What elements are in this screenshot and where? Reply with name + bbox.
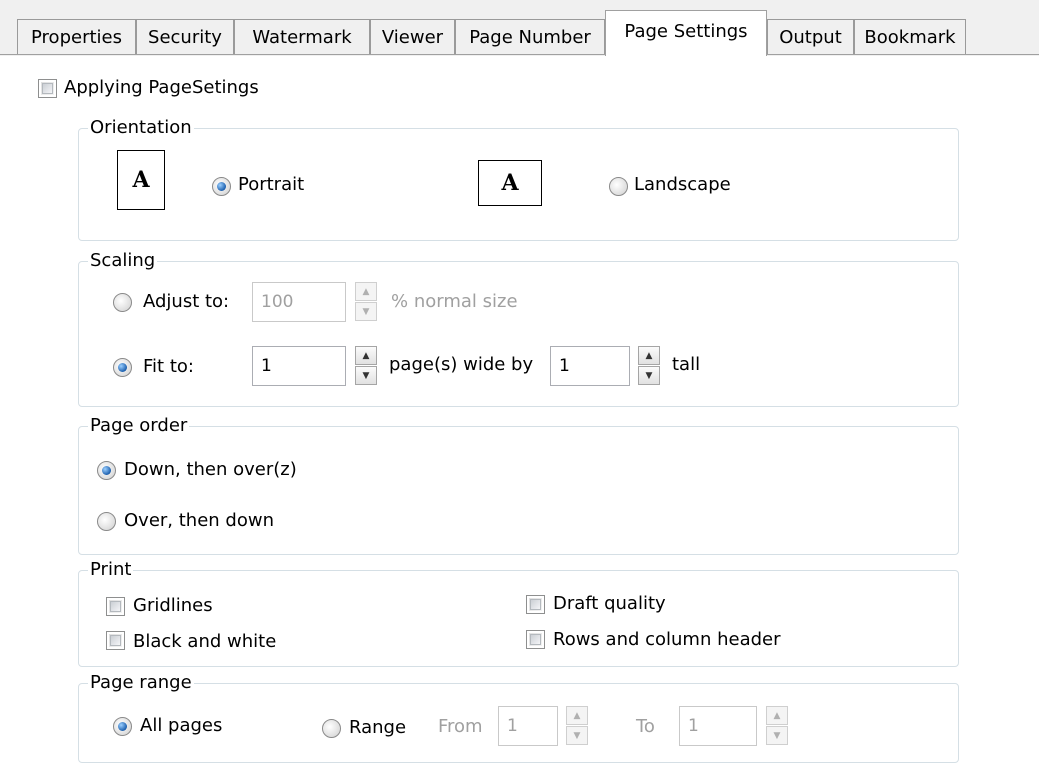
rows-column-header-checkbox[interactable] <box>526 630 545 649</box>
adjust-to-label: Adjust to: <box>143 291 230 312</box>
over-then-down-label: Over, then down <box>124 510 274 531</box>
draft-quality-checkbox[interactable] <box>526 595 545 614</box>
tab-label: Watermark <box>252 26 352 48</box>
down-then-over-label: Down, then over(z) <box>124 459 297 480</box>
from-spinner[interactable]: ▲ ▼ <box>566 706 588 746</box>
fit-to-label: Fit to: <box>143 356 194 377</box>
to-spinner[interactable]: ▲ ▼ <box>766 706 788 746</box>
spin-down-icon[interactable]: ▼ <box>355 366 377 385</box>
tab-label: Security <box>148 26 222 48</box>
landscape-page-icon: A <box>478 160 542 206</box>
spin-down-icon[interactable]: ▼ <box>566 726 588 745</box>
orientation-group-title: Orientation <box>88 117 194 138</box>
rows-column-header-label: Rows and column header <box>553 629 781 650</box>
scaling-group <box>78 261 959 407</box>
landscape-radio[interactable] <box>609 177 628 196</box>
tab-viewer[interactable]: Viewer <box>370 19 455 54</box>
tab-page-number[interactable]: Page Number <box>455 19 605 54</box>
tab-output[interactable]: Output <box>767 19 854 54</box>
adjust-percent-spinner[interactable]: ▲ ▼ <box>355 282 377 322</box>
tab-label: Properties <box>31 26 122 48</box>
tab-label: Page Number <box>469 26 591 48</box>
tab-label: Bookmark <box>864 26 956 48</box>
spin-up-icon[interactable]: ▲ <box>566 706 588 725</box>
landscape-label: Landscape <box>634 174 731 195</box>
from-label: From <box>438 716 483 737</box>
tab-properties[interactable]: Properties <box>17 19 136 54</box>
normal-size-label: % normal size <box>391 291 518 312</box>
range-radio[interactable] <box>322 719 341 738</box>
fit-tall-spinner[interactable]: ▲ ▼ <box>638 346 660 386</box>
tab-bookmark[interactable]: Bookmark <box>854 19 966 54</box>
from-input[interactable]: 1 <box>498 706 558 746</box>
page-range-group-title: Page range <box>88 672 194 693</box>
draft-quality-label: Draft quality <box>553 593 666 614</box>
spin-up-icon[interactable]: ▲ <box>638 346 660 365</box>
down-then-over-radio[interactable] <box>97 461 116 480</box>
spin-down-icon[interactable]: ▼ <box>355 302 377 321</box>
black-and-white-checkbox[interactable] <box>106 631 125 650</box>
spin-up-icon[interactable]: ▲ <box>355 346 377 365</box>
fit-to-radio[interactable] <box>113 358 132 377</box>
pages-wide-by-label: page(s) wide by <box>389 354 534 375</box>
tall-label: tall <box>672 354 701 375</box>
adjust-to-radio[interactable] <box>113 293 132 312</box>
print-group-title: Print <box>88 559 134 580</box>
fit-wide-spinner[interactable]: ▲ ▼ <box>355 346 377 386</box>
portrait-label: Portrait <box>238 174 305 195</box>
gridlines-label: Gridlines <box>133 595 213 616</box>
apply-page-settings-label: Applying PageSetings <box>64 77 259 98</box>
portrait-page-icon: A <box>117 150 165 210</box>
tab-page-settings[interactable]: Page Settings <box>605 10 767 56</box>
tab-security[interactable]: Security <box>136 19 234 54</box>
all-pages-label: All pages <box>140 715 223 736</box>
tab-watermark[interactable]: Watermark <box>234 19 370 54</box>
spin-down-icon[interactable]: ▼ <box>638 366 660 385</box>
fit-tall-input[interactable]: 1 <box>550 346 630 386</box>
to-label: To <box>636 716 655 737</box>
spin-up-icon[interactable]: ▲ <box>355 282 377 301</box>
black-and-white-label: Black and white <box>133 631 277 652</box>
range-label: Range <box>349 717 407 738</box>
adjust-percent-input[interactable]: 100 <box>252 282 346 322</box>
over-then-down-radio[interactable] <box>97 512 116 531</box>
tab-label: Output <box>779 26 842 48</box>
portrait-radio[interactable] <box>212 177 231 196</box>
tab-divider <box>0 54 1039 55</box>
page-order-group-title: Page order <box>88 415 190 436</box>
spin-down-icon[interactable]: ▼ <box>766 726 788 745</box>
to-input[interactable]: 1 <box>679 706 757 746</box>
all-pages-radio[interactable] <box>113 717 132 736</box>
page-order-group <box>78 426 959 555</box>
scaling-group-title: Scaling <box>88 250 158 271</box>
spin-up-icon[interactable]: ▲ <box>766 706 788 725</box>
tab-label: Page Settings <box>624 21 748 42</box>
tab-label: Viewer <box>381 26 444 48</box>
fit-wide-input[interactable]: 1 <box>252 346 346 386</box>
gridlines-checkbox[interactable] <box>106 597 125 616</box>
apply-page-settings-checkbox[interactable] <box>38 79 57 98</box>
